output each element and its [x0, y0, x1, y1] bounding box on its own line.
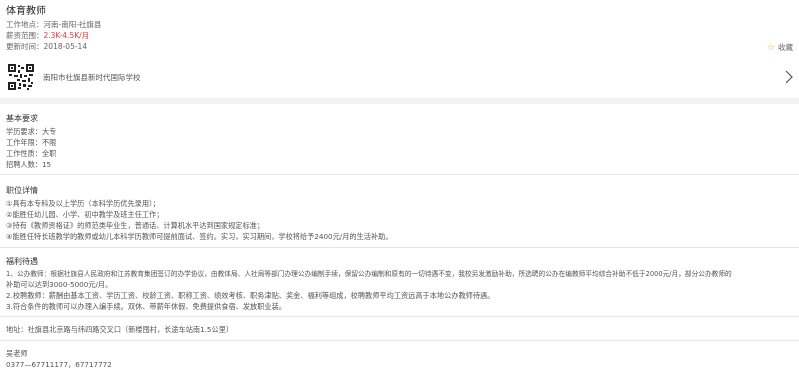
salary-value: 2.3K-4.5K/月 — [43, 31, 90, 40]
divider — [0, 340, 799, 341]
collect-label: 收藏 — [778, 43, 793, 52]
updated-row: 更新时间：2018-05-14 — [6, 42, 87, 52]
welfare-line: 补助可以达到3000-5000元/月。 — [6, 280, 113, 289]
location-label: 工作地点： — [6, 20, 44, 29]
welfare-title: 福利待遇 — [6, 257, 38, 266]
details-title: 职位详情 — [6, 186, 38, 195]
salary-label: 薪资范围： — [6, 31, 44, 40]
divider — [0, 174, 799, 175]
basic-value: 全职 — [41, 149, 57, 158]
updated-value: 2018-05-14 — [43, 42, 88, 51]
details-line: ④能胜任特长班教学的教师或幼儿本科学历教师可提前面试、签约。实习，实习期间，学校… — [6, 232, 393, 241]
qr-code-icon — [8, 64, 34, 90]
details-line: ②能胜任幼儿园、小学、初中教学及班主任工作； — [6, 210, 164, 219]
basic-item: 学历要求：大专 — [6, 127, 56, 137]
school-card[interactable]: 南阳市社旗县新时代国际学校 — [0, 56, 799, 98]
basic-title: 基本要求 — [6, 114, 38, 123]
address-text: 地址：社旗县北京路与纬四路交叉口（新楼囤村，长途车站南1.5公里） — [6, 325, 234, 334]
chevron-right-icon[interactable] — [785, 70, 793, 84]
basic-label: 招聘人数： — [6, 160, 42, 169]
basic-item: 工作年限：不限 — [6, 138, 56, 148]
contact-phone[interactable]: 0377—67711177，67717772 — [6, 360, 112, 370]
basic-value: 不限 — [41, 138, 57, 147]
salary-row: 薪资范围：2.3K-4.5K/月 — [6, 31, 89, 41]
basic-label: 学历要求： — [6, 127, 42, 136]
welfare-line: 2.校聘教师：薪酬由基本工资、学历工资、校龄工资、职称工资、绩效考核、职务津贴、… — [6, 291, 495, 300]
job-title: 体育教师 — [6, 6, 46, 17]
basic-label: 工作性质： — [6, 149, 42, 158]
welfare-line: 1、公办教师：根据社旗县人民政府和江苏教育集团签订的办学协议，由教体局、人社局等… — [6, 270, 732, 278]
school-name[interactable]: 南阳市社旗县新时代国际学校 — [43, 72, 141, 83]
welfare-line: 3.符合条件的教师可以办理入编手续。双休、带薪年休假、免费提供食宿、发放职业装。 — [6, 302, 286, 311]
basic-item: 招聘人数：15 — [6, 160, 51, 170]
location-value: 河南-南阳-社旗县 — [43, 20, 102, 29]
details-line: ③持有《教师资格证》的师范类毕业生，普通话、计算机水平达到国家规定标准； — [6, 221, 265, 230]
basic-label: 工作年限： — [6, 138, 42, 147]
basic-value: 大专 — [41, 127, 57, 136]
divider — [0, 316, 799, 317]
star-icon: ☆ — [766, 42, 775, 53]
contact-name: 吴老师 — [6, 349, 28, 358]
basic-item: 工作性质：全职 — [6, 149, 56, 159]
details-line: ①具有本专科及以上学历（本科学历优先录用）； — [6, 199, 160, 208]
collect-button[interactable]: ☆ 收藏 — [767, 42, 793, 53]
divider — [0, 247, 799, 248]
section-divider-band — [0, 98, 799, 104]
updated-label: 更新时间： — [6, 42, 44, 51]
basic-value: 15 — [41, 160, 52, 169]
location-row: 工作地点：河南-南阳-社旗县 — [6, 20, 101, 30]
